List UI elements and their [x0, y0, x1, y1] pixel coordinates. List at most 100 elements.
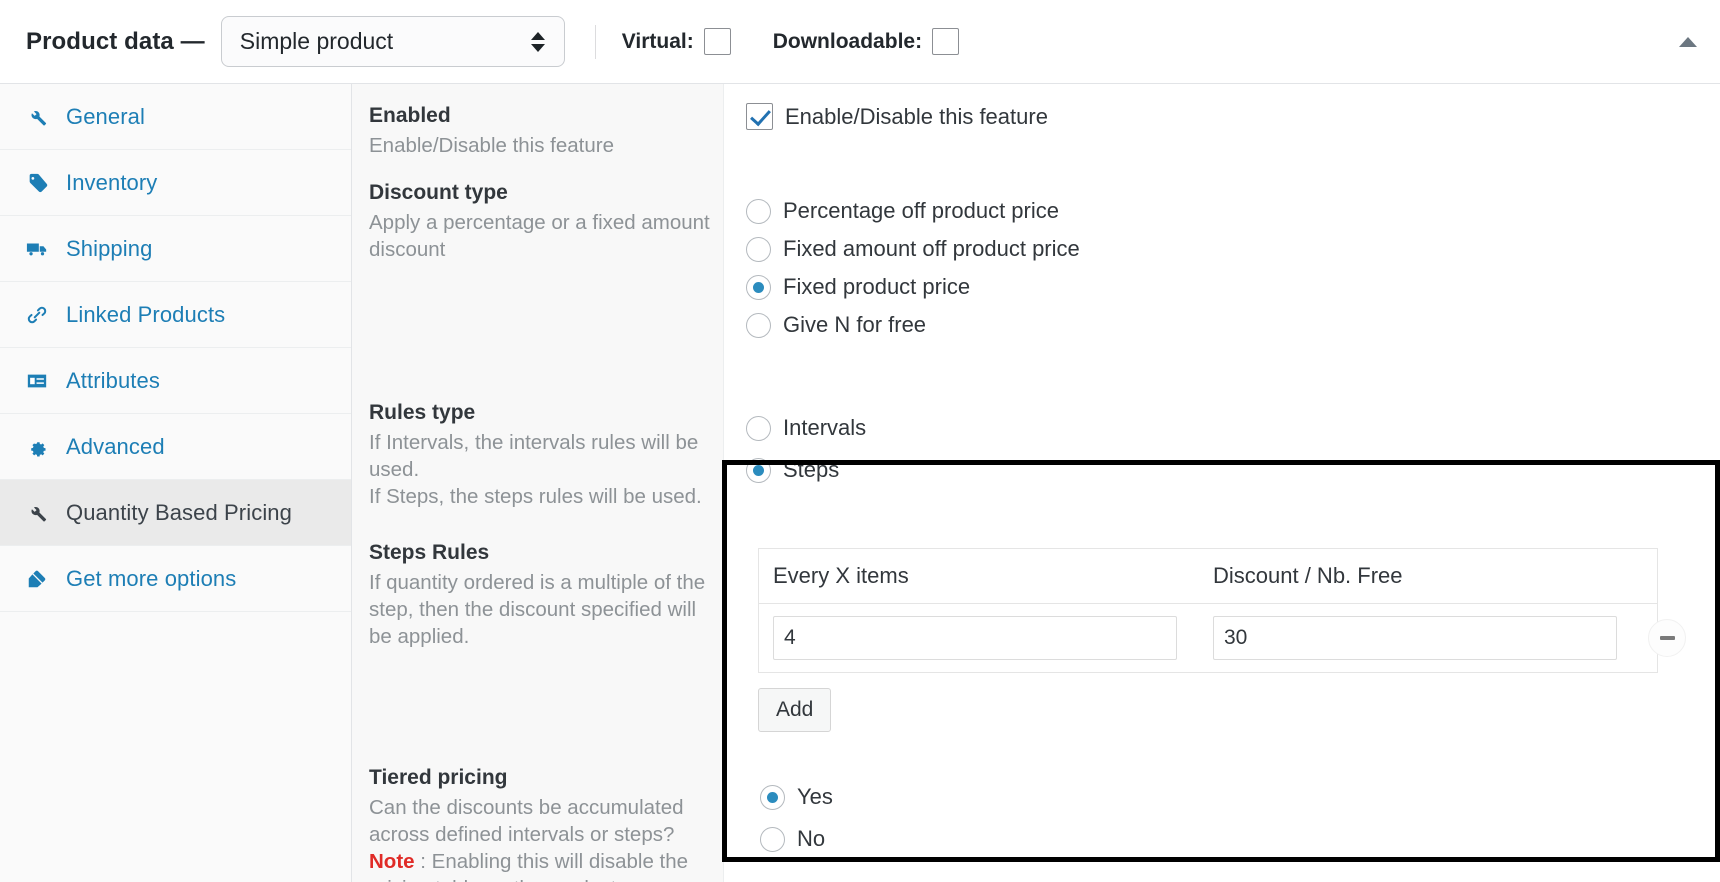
radio-label: Steps	[783, 457, 840, 482]
rules-type-radio-group: Intervals Steps	[746, 409, 866, 489]
discount-type-radio-group: Percentage off product price Fixed amoun…	[746, 192, 1080, 344]
list-card-icon	[22, 370, 52, 392]
radio-indicator[interactable]	[746, 312, 771, 338]
product-data-tabs: General Inventory Shipping Linked Produc…	[0, 84, 352, 882]
radio-indicator[interactable]	[746, 415, 771, 441]
sidebar-item-attributes[interactable]: Attributes	[0, 348, 351, 414]
radio-indicator[interactable]	[760, 826, 785, 852]
sidebar-item-get-more-options[interactable]: Get more options	[0, 546, 351, 612]
wrench-icon	[22, 502, 52, 524]
header-divider	[594, 24, 596, 59]
minus-icon[interactable]	[1648, 619, 1686, 657]
radio-label: Intervals	[783, 415, 867, 440]
virtual-checkbox[interactable]	[703, 28, 731, 55]
tag-icon	[22, 172, 52, 194]
radio-fixed-product-price[interactable]: Fixed product price	[746, 268, 1080, 306]
radio-label: Give N for free	[783, 312, 927, 337]
tiered-pricing-radio-group: Yes No	[760, 778, 833, 858]
radio-steps[interactable]: Steps	[746, 451, 866, 489]
sidebar-item-advanced[interactable]: Advanced	[0, 414, 351, 480]
description-title: Tiered pricing	[369, 766, 508, 789]
enable-feature-checkbox-group[interactable]: Enable/Disable this feature	[746, 103, 1048, 130]
description-text: Enable/Disable this feature	[369, 134, 615, 158]
description-discount-type: Discount type Apply a percentage or a fi…	[369, 179, 721, 263]
gear-icon	[22, 436, 52, 458]
sidebar-item-shipping[interactable]: Shipping	[0, 216, 351, 282]
every-x-items-input[interactable]	[773, 616, 1177, 660]
radio-indicator[interactable]	[746, 236, 771, 262]
description-rules-type: Rules type If Intervals, the intervals r…	[369, 399, 721, 510]
cell-discount	[1199, 616, 1617, 660]
description-note: Note : Enabling this will disable the pr…	[369, 848, 715, 882]
sidebar-item-label: Shipping	[66, 235, 153, 261]
description-enabled: Enabled Enable/Disable this feature	[369, 102, 721, 159]
radio-intervals[interactable]: Intervals	[746, 409, 866, 447]
note-label: Note	[369, 850, 415, 874]
sidebar-item-label: Advanced	[66, 433, 165, 459]
panel-body: General Inventory Shipping Linked Produc…	[0, 84, 1720, 882]
radio-indicator[interactable]	[746, 457, 771, 483]
discount-input[interactable]	[1213, 616, 1617, 660]
radio-tiered-no[interactable]: No	[760, 820, 833, 858]
column-header-every-x-items: Every X items	[773, 563, 909, 588]
enable-feature-label: Enable/Disable this feature	[785, 103, 1048, 129]
description-text: If quantity ordered is a multiple of the…	[369, 571, 706, 649]
radio-label: Yes	[797, 784, 833, 809]
wrench-icon	[22, 106, 52, 128]
product-data-panel: Product data — Simple product Virtual: D…	[0, 0, 1720, 882]
cell-remove	[1617, 619, 1717, 657]
description-title: Discount type	[369, 181, 508, 204]
downloadable-checkbox[interactable]	[932, 28, 960, 55]
virtual-label: Virtual:	[621, 29, 694, 53]
steps-rules-table: Every X items Discount / Nb. Free	[758, 548, 1686, 673]
radio-label: No	[797, 826, 826, 851]
description-title: Rules type	[369, 401, 476, 424]
sidebar-item-label: Quantity Based Pricing	[66, 499, 292, 525]
table-row	[759, 604, 1686, 673]
sidebar-item-inventory[interactable]: Inventory	[0, 150, 351, 216]
sidebar-item-label: Attributes	[66, 367, 160, 393]
description-steps-rules: Steps Rules If quantity ordered is a mul…	[369, 539, 721, 650]
note-text: : Enabling this will disable the pricing…	[369, 850, 689, 882]
description-text: Apply a percentage or a fixed amount dis…	[369, 211, 710, 262]
radio-fixed-amount-off-product-price[interactable]: Fixed amount off product price	[746, 230, 1080, 268]
page-title: Product data —	[26, 27, 205, 55]
radio-indicator[interactable]	[746, 274, 771, 300]
panel-header: Product data — Simple product Virtual: D…	[0, 0, 1720, 84]
downloadable-label: Downloadable:	[772, 29, 923, 53]
description-text-line1: If Intervals, the intervals rules will b…	[369, 431, 699, 482]
radio-label: Percentage off product price	[783, 198, 1059, 223]
radio-tiered-yes[interactable]: Yes	[760, 778, 833, 816]
radio-give-n-for-free[interactable]: Give N for free	[746, 306, 1080, 344]
sidebar-item-linked-products[interactable]: Linked Products	[0, 282, 351, 348]
downloadable-checkbox-group[interactable]: Downloadable:	[772, 28, 960, 55]
field-descriptions-column: Enabled Enable/Disable this feature Disc…	[352, 84, 724, 882]
sidebar-item-label: General	[66, 103, 145, 129]
column-header-discount-nb-free: Discount / Nb. Free	[1213, 563, 1403, 588]
description-title: Steps Rules	[369, 541, 490, 564]
add-button[interactable]: Add	[758, 688, 832, 732]
radio-indicator[interactable]	[746, 198, 771, 224]
description-title: Enabled	[369, 104, 451, 127]
cell-every-x-items	[759, 616, 1199, 660]
plugin-icon	[22, 568, 52, 590]
truck-icon	[22, 238, 52, 260]
product-type-select-wrapper: Simple product	[220, 15, 565, 68]
radio-label: Fixed product price	[783, 274, 971, 299]
caret-up-icon[interactable]	[1674, 28, 1702, 56]
sidebar-item-general[interactable]: General	[0, 84, 351, 150]
radio-indicator[interactable]	[760, 784, 785, 810]
sidebar-item-label: Linked Products	[66, 301, 226, 327]
description-tiered-pricing: Tiered pricing Can the discounts be accu…	[369, 764, 721, 882]
fields-column: Enable/Disable this feature Percentage o…	[724, 84, 1720, 882]
sidebar-item-label: Inventory	[66, 169, 158, 195]
link-icon	[22, 304, 52, 326]
sidebar-item-quantity-based-pricing[interactable]: Quantity Based Pricing	[0, 480, 351, 546]
product-type-select[interactable]: Simple product	[220, 15, 565, 68]
radio-percentage-off-product-price[interactable]: Percentage off product price	[746, 192, 1080, 230]
virtual-checkbox-group[interactable]: Virtual:	[622, 28, 731, 55]
steps-table-header: Every X items Discount / Nb. Free	[759, 549, 1657, 604]
enable-feature-checkbox[interactable]	[746, 103, 773, 130]
description-text-line1: Can the discounts be accumulated across …	[369, 796, 684, 847]
radio-label: Fixed amount off product price	[783, 236, 1080, 261]
